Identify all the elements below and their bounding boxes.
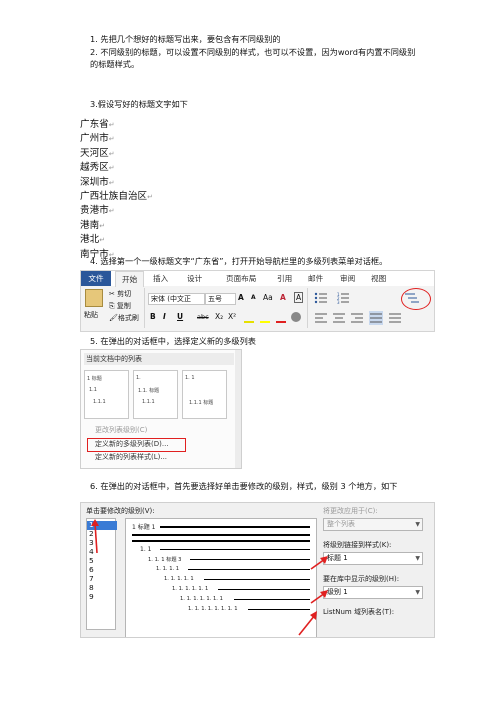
gallery-scrollbar[interactable] (235, 350, 241, 468)
subscript-button[interactable]: X₂ (215, 312, 223, 321)
thumb-label: 1.1.1 (93, 399, 106, 405)
step-1-text: 1. 先把几个想好的标题写出来，要包含有不同级别的 (90, 34, 281, 44)
font-size-select[interactable]: 五号 (205, 293, 236, 305)
clear-format-button[interactable]: A (280, 293, 286, 302)
step-3-text: 3.假设写好的标题文字如下 (90, 99, 188, 109)
tab-view[interactable]: 视图 (371, 273, 386, 284)
thumb-label: 1.1.1 (142, 399, 155, 405)
text-effect-icon[interactable] (244, 312, 254, 323)
thumb-label: 1. 1 (185, 375, 195, 381)
bullet-list-icon[interactable] (314, 292, 327, 304)
city-line: 深圳市↵ (80, 176, 115, 188)
list-gallery: 当前文档中的列表 1 标题 1.1 1.1.1 1. 1.1. 标题 1.1.1… (80, 349, 242, 469)
format-painter-button[interactable]: 🖌格式刷 (109, 313, 139, 323)
tab-home[interactable]: 开始 (115, 271, 145, 287)
copy-button[interactable]: ⎘ 复制 (109, 301, 131, 311)
tab-insert[interactable]: 插入 (153, 273, 168, 284)
tab-file[interactable]: 文件 (81, 271, 111, 286)
thumb-label: 1.1.1 标题 (189, 400, 214, 406)
tab-references[interactable]: 引用 (277, 273, 292, 284)
tab-design[interactable]: 设计 (187, 273, 202, 284)
thumb-label: 1 标题 (87, 376, 102, 382)
change-case-button[interactable]: Aa (263, 293, 273, 302)
list-thumb[interactable]: 1 标题 1.1 1.1.1 (84, 370, 129, 419)
city-line: 越秀区↵ (80, 162, 115, 174)
numbered-list-icon[interactable]: 1 2 3 (337, 292, 349, 305)
annotation-arrows (91, 519, 328, 636)
align-icons[interactable] (315, 311, 401, 325)
thumb-label: 1.1. 标题 (138, 388, 160, 394)
city-line: 港北↵ (80, 234, 106, 246)
underline-button[interactable]: U (177, 312, 183, 321)
city-line: 广东省↵ (80, 119, 115, 130)
font-name-select[interactable]: 宋体 (中文正 (148, 293, 205, 305)
bold-button[interactable]: B (150, 312, 156, 321)
city-line: 广州市↵ (80, 133, 115, 145)
svg-text:3: 3 (337, 300, 340, 305)
italic-button[interactable]: I (163, 312, 166, 321)
thumb-label: 1.1 (89, 387, 97, 393)
ribbon-tab-bar: 文件 开始 插入 设计 页面布局 引用 邮件 审阅 视图 (81, 271, 434, 287)
thumb-label: 1. (136, 375, 141, 381)
shrink-font-button[interactable]: A (251, 294, 256, 301)
word-ribbon: 文件 开始 插入 设计 页面布局 引用 邮件 审阅 视图 粘贴 ✂ 剪切 ⎘ 复… (80, 270, 435, 332)
cut-button[interactable]: ✂ 剪切 (109, 289, 131, 299)
define-list-style-item[interactable]: 定义新的列表样式(L)... (95, 452, 167, 462)
city-line: 贵港市↵ (80, 205, 115, 217)
gallery-title: 当前文档中的列表 (84, 353, 234, 365)
highlight-icon[interactable] (260, 312, 270, 323)
scissors-icon: ✂ (109, 290, 115, 298)
define-multilevel-dialog: 单击要修改的级别(V): 1 2 3 4 5 6 7 8 9 1 标题 1 1.… (80, 502, 435, 638)
strikethrough-button[interactable]: abc (197, 313, 209, 321)
group-divider (144, 288, 145, 328)
tab-mailings[interactable]: 邮件 (308, 273, 323, 284)
step-6-text: 6. 在弹出的对话框中，首先要选择好单击要修改的级别，样式，级别 3 个地方，如… (90, 481, 398, 491)
step-5-text: 5. 在弹出的对话框中，选择定义新的多级列表 (90, 336, 256, 346)
heading-list: 广东省↵ 广州市↵ 天河区↵ 越秀区↵ 深圳市↵ 广西壮族自治区↵ 贵港市↵ 港… (80, 118, 153, 262)
city-line: 广西壮族自治区↵ (80, 191, 154, 203)
clipboard-icon (85, 289, 103, 307)
city-line: 天河区↵ (80, 147, 115, 159)
grow-font-button[interactable]: A (238, 293, 244, 302)
list-thumb[interactable]: 1. 1.1. 标题 1.1.1 (133, 370, 178, 419)
multilevel-list-highlight (401, 288, 431, 310)
list-thumb[interactable]: 1. 1 1.1.1 标题 (182, 370, 227, 419)
copy-icon: ⎘ (109, 302, 115, 310)
group-divider (307, 288, 308, 328)
tab-review[interactable]: 审阅 (340, 273, 355, 284)
change-list-level-item[interactable]: 更改列表级别(C) (95, 425, 147, 435)
font-color-icon[interactable] (276, 312, 286, 323)
enclose-char-icon[interactable] (291, 312, 301, 322)
tab-layout[interactable]: 页面布局 (226, 273, 256, 284)
step-2-text-cont: 的标题样式。 (90, 59, 140, 69)
city-line: 港南↵ (80, 219, 106, 231)
char-border-button[interactable]: A (294, 292, 304, 303)
step-4-text: 4. 选择第一个一级标题文字“广东省”，打开开始导航栏里的多级列表菜单对话框。 (90, 256, 388, 266)
step-2-text: 2. 不同级别的标题，可以设置不同级别的样式，也可以不设置，因为word有内置不… (90, 47, 416, 57)
paste-button[interactable]: 粘贴 (84, 310, 98, 320)
define-multilevel-highlight (87, 438, 186, 452)
brush-icon: 🖌 (109, 314, 118, 322)
superscript-button[interactable]: X² (228, 312, 236, 321)
